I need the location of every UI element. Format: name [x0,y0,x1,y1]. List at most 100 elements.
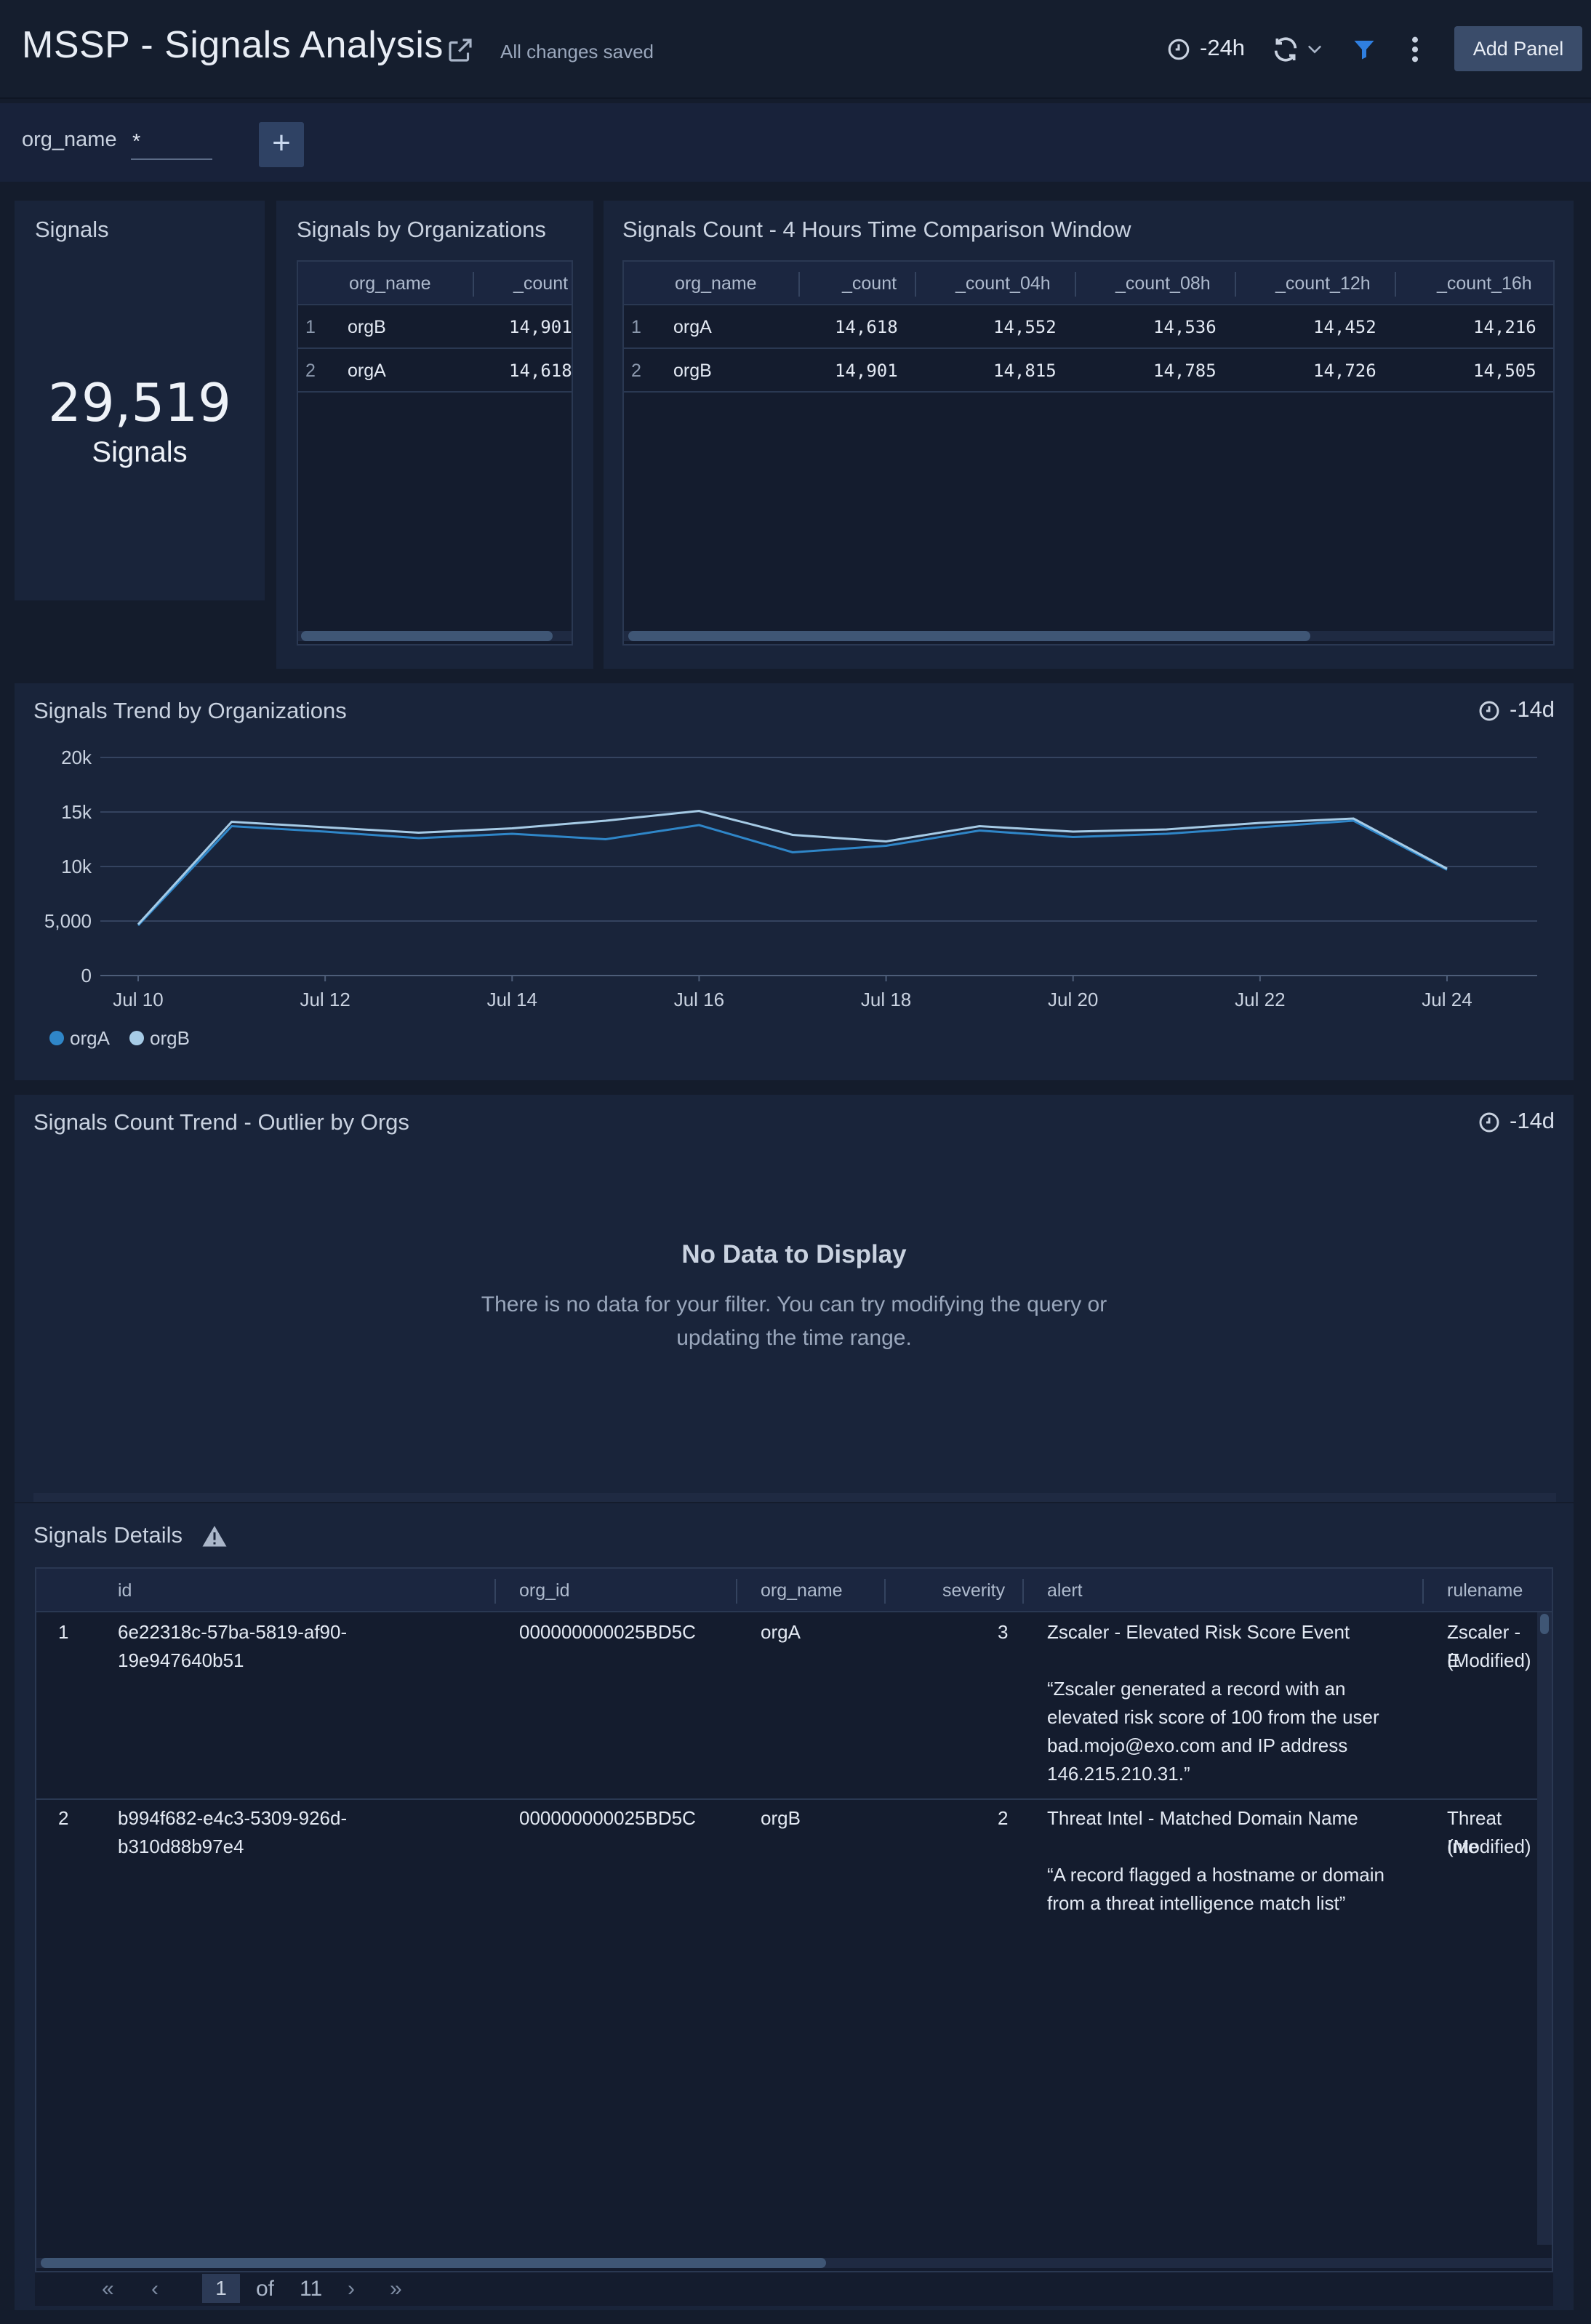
cell-count: 14,618 [835,317,898,337]
cell-count-04h: 14,815 [993,361,1057,381]
y-tick-label: 10k [61,856,92,877]
table-row[interactable]: 2 b994f682-e4c3-5309-926d- b310d88b97e4 … [36,1800,1537,1931]
cell-count-16h: 14,505 [1473,361,1536,381]
legend-label-orgB[interactable]: orgB [150,1027,190,1049]
column-header-id[interactable]: id [118,1580,132,1601]
column-header-org-id[interactable]: org_id [519,1580,570,1601]
row-index: 2 [305,361,316,381]
cell-count-12h: 14,452 [1313,317,1376,337]
add-panel-button[interactable]: Add Panel [1454,26,1582,71]
scrollbar-thumb[interactable] [628,631,1310,641]
next-page-icon[interactable]: › [348,2277,355,2301]
x-tick-label: Jul 18 [861,989,911,1010]
column-separator[interactable] [473,272,474,297]
clock-icon[interactable] [1166,37,1191,62]
x-tick-label: Jul 10 [113,989,163,1010]
column-separator[interactable] [1022,1579,1024,1604]
org-name-filter-input[interactable] [131,125,212,160]
add-filter-button[interactable]: + [259,122,304,167]
column-separator[interactable] [1422,1579,1424,1604]
table-row[interactable]: 2 orgB 14,901 14,815 14,785 14,726 14,50… [624,349,1553,393]
column-header-count[interactable]: _count [842,273,897,294]
y-tick-label: 15k [61,801,92,823]
column-header-org-name[interactable]: org_name [349,273,431,294]
cell-org-id: 000000000025BD5C [519,1621,696,1643]
horizontal-scrollbar[interactable] [624,631,1553,641]
refresh-icon[interactable] [1271,35,1300,64]
cell-org-id: 000000000025BD5C [519,1807,696,1829]
current-page-input[interactable] [202,2274,240,2303]
vertical-scrollbar[interactable] [1537,1612,1552,2245]
scrollbar-thumb[interactable] [41,2258,826,2268]
warning-icon[interactable] [201,1524,228,1550]
column-separator[interactable] [1075,272,1076,297]
cell-rulename: (Modified) [1447,1836,1531,1857]
empty-state-message: There is no data for your filter. You ca… [481,1292,1107,1350]
column-header-org-name[interactable]: org_name [761,1580,843,1601]
column-header-org-name[interactable]: org_name [675,273,757,294]
x-tick-label: Jul 14 [487,989,537,1010]
cell-severity: 3 [998,1621,1009,1643]
cell-alert-description: 146.215.210.31.” [1047,1763,1190,1785]
column-header-severity[interactable]: severity [942,1580,1005,1601]
horizontal-scrollbar[interactable] [298,631,572,641]
panel-time-range[interactable]: -14d [1510,1108,1555,1134]
cell-id: b310d88b97e4 [118,1836,244,1857]
column-separator[interactable] [884,1579,886,1604]
table-row[interactable]: 1 orgA 14,618 14,552 14,536 14,452 14,21… [624,305,1553,349]
last-page-icon[interactable]: » [390,2277,402,2301]
cell-count-04h: 14,552 [993,317,1057,337]
column-header-alert[interactable]: alert [1047,1580,1083,1601]
clock-icon [1479,1112,1499,1133]
cell-org-name: orgA [348,361,386,381]
row-index: 1 [58,1621,69,1643]
column-header-count-08h[interactable]: _count_08h [1115,273,1211,294]
row-index: 2 [631,361,641,381]
column-header-count-12h[interactable]: _count_12h [1275,273,1371,294]
table-row[interactable]: 1 orgB 14,901 [298,305,572,349]
column-separator[interactable] [736,1579,737,1604]
legend-marker-orgB[interactable] [129,1031,144,1045]
table-row[interactable]: 1 6e22318c-57ba-5819-af90- 19e947640b51 … [36,1612,1537,1800]
signals-panel: Signals 29,519 Signals [15,201,265,600]
column-separator[interactable] [1235,272,1236,297]
column-separator[interactable] [915,272,916,297]
column-header-rulename[interactable]: rulename [1447,1580,1523,1601]
empty-state-title: No Data to Display [681,1240,907,1268]
column-separator[interactable] [1395,272,1396,297]
signals-unit: Signals [92,436,188,468]
panel-title: Signals [35,217,109,242]
cell-count-12h: 14,726 [1313,361,1376,381]
column-header-count-16h[interactable]: _count_16h [1437,273,1532,294]
previous-page-icon[interactable]: ‹ [151,2277,159,2301]
share-icon[interactable] [445,35,476,65]
cell-org-name: orgB [348,317,386,337]
table-header: org_name _count [298,262,572,305]
first-page-icon[interactable]: « [102,2277,114,2301]
row-index: 2 [58,1807,69,1829]
column-separator[interactable] [798,272,800,297]
legend-marker-orgA[interactable] [49,1031,64,1045]
cell-count: 14,901 [835,361,898,381]
column-header-count[interactable]: _count [513,273,568,294]
cell-org-name: orgB [673,361,712,381]
time-range-selector[interactable]: -24h [1200,35,1245,61]
row-index: 1 [631,317,641,337]
more-options-icon[interactable] [1408,35,1422,64]
legend-label-orgA[interactable]: orgA [70,1027,111,1049]
table-row[interactable]: 2 orgA 14,618 [298,349,572,393]
chevron-down-icon[interactable] [1305,39,1325,59]
column-separator[interactable] [494,1579,496,1604]
cell-count: 14,618 [509,361,572,381]
scrollbar-thumb[interactable] [1540,1614,1549,1634]
horizontal-scrollbar[interactable] [36,2258,1552,2268]
panel-title: Signals by Organizations [297,217,546,242]
cell-alert-description: bad.mojo@exo.com and IP address [1047,1734,1348,1756]
column-header-count-04h[interactable]: _count_04h [955,273,1051,294]
cell-severity: 2 [998,1807,1009,1829]
scrollbar-thumb[interactable] [301,631,553,641]
series-line-orgA [137,819,1448,927]
y-tick-label: 0 [81,965,92,986]
filter-icon[interactable] [1351,36,1377,63]
total-pages: 11 [300,2277,323,2301]
